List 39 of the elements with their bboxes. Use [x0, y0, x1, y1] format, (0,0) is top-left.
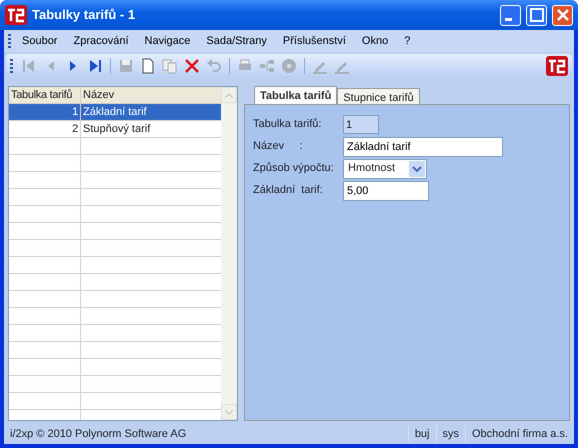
tab[interactable]: Tabulka tarifů — [254, 86, 338, 104]
status-text: sys — [436, 426, 465, 442]
chevron-down-icon — [409, 160, 425, 176]
app-logo-icon — [5, 5, 27, 25]
minimize-button[interactable] — [500, 4, 521, 26]
status-text: Obchodní firma a.s. — [465, 426, 574, 442]
input-field[interactable]: Základní tarif — [343, 136, 503, 156]
field-label: Způsob výpočtu: — [253, 161, 335, 176]
minimize-icon — [505, 18, 512, 21]
menu-item[interactable]: Navigace — [136, 32, 198, 50]
menu-item[interactable]: Zpracování — [65, 32, 137, 50]
menu-item[interactable]: Soubor — [14, 32, 66, 50]
close-icon — [556, 9, 568, 21]
scroll-up-icon[interactable] — [225, 92, 233, 98]
column-header: Název — [82, 88, 116, 103]
field-label: Základní tarif: — [253, 183, 324, 198]
input-field[interactable]: 5,00 — [343, 180, 429, 200]
column-header: Tabulka tarifů — [9, 87, 81, 103]
close-button[interactable] — [552, 4, 573, 26]
status-text: buj — [408, 426, 436, 442]
field-label: Název : — [253, 139, 304, 154]
window-title: Tabulky tarifů - 1 — [32, 6, 136, 24]
tab[interactable]: Stupnice tarifů — [337, 88, 420, 104]
scrollbar[interactable] — [221, 87, 237, 420]
maximize-icon — [530, 8, 544, 22]
app-logo-icon — [546, 56, 568, 76]
dropdown[interactable]: Hmotnost — [343, 158, 427, 178]
status-text: i/2xp © 2010 Polynorm Software AG — [9, 426, 188, 442]
readonly-field: 1 — [343, 115, 379, 134]
menu-item[interactable]: Sada/Strany — [198, 32, 275, 50]
maximize-button[interactable] — [526, 4, 547, 26]
delete-icon[interactable] — [183, 57, 201, 75]
menu-item[interactable]: ? — [396, 32, 418, 50]
scroll-down-icon[interactable] — [225, 410, 233, 414]
menu-item[interactable]: Okno — [354, 32, 396, 50]
table-row[interactable]: 1 Základní tarif — [9, 104, 221, 121]
table-row[interactable]: 2 Stupňový tarif — [9, 121, 221, 138]
field-label: Tabulka tarifů: — [253, 117, 322, 132]
menu-item[interactable]: Příslušenství — [274, 32, 354, 50]
